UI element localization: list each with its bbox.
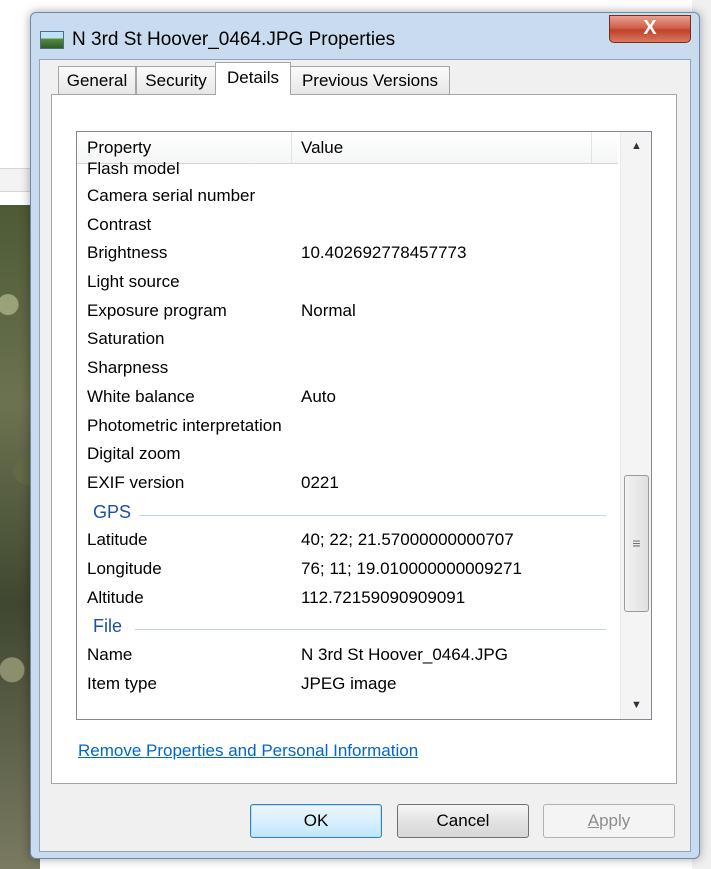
list-item[interactable]: Saturation: [77, 326, 618, 355]
list-item[interactable]: Item type JPEG image: [77, 671, 618, 700]
property-value: 0221: [301, 472, 339, 492]
property-name: Digital zoom: [87, 444, 181, 464]
property-name: Photometric interpretation: [87, 415, 282, 435]
property-name: Sharpness: [87, 358, 169, 378]
property-name: Name: [87, 645, 133, 664]
property-value: JPEG image: [301, 673, 397, 693]
column-header-value[interactable]: Value: [301, 132, 343, 163]
remove-properties-link[interactable]: Remove Properties and Personal Informati…: [78, 741, 418, 761]
list-item[interactable]: White balance Auto: [77, 384, 618, 413]
list-item[interactable]: Flash model: [77, 159, 618, 183]
list-item[interactable]: Digital zoom: [77, 441, 618, 470]
property-name: Latitude: [87, 530, 148, 550]
column-divider[interactable]: [591, 132, 592, 163]
group-label: GPS: [93, 501, 132, 522]
column-divider[interactable]: [291, 132, 292, 163]
property-list[interactable]: Property Value Flash model Camera serial…: [76, 131, 652, 720]
property-value: 76; 11; 19.010000000009271: [301, 558, 522, 578]
property-name: Brightness: [87, 243, 168, 263]
tab-general[interactable]: General: [58, 66, 136, 94]
list-item[interactable]: Brightness 10.402692778457773: [77, 240, 618, 269]
property-name: Longitude: [87, 558, 162, 578]
tab-previous-versions[interactable]: Previous Versions: [290, 66, 450, 94]
apply-button[interactable]: Apply: [543, 804, 675, 838]
list-item[interactable]: EXIF version 0221: [77, 470, 618, 499]
list-item[interactable]: Sharpness: [77, 355, 618, 384]
list-item[interactable]: Contrast: [77, 212, 618, 241]
property-name: Exposure program: [87, 300, 227, 320]
property-name: Camera serial number: [87, 186, 256, 205]
property-name: Item type: [87, 673, 157, 693]
list-item[interactable]: Camera serial number: [77, 183, 618, 212]
list-item[interactable]: Latitude 40; 22; 21.57000000000707: [77, 527, 618, 556]
property-value: 40; 22; 21.57000000000707: [301, 530, 514, 550]
close-button[interactable]: X: [609, 15, 691, 43]
property-value: 112.72159090909091: [301, 587, 466, 607]
title-bar[interactable]: N 3rd St Hoover_0464.JPG Properties X: [31, 13, 699, 59]
list-item[interactable]: Longitude 76; 11; 19.010000000009271: [77, 556, 618, 585]
list-item[interactable]: Altitude 112.72159090909091: [77, 585, 618, 614]
scroll-thumb[interactable]: ≡: [624, 475, 649, 612]
cancel-button[interactable]: Cancel: [397, 804, 529, 838]
group-header-file[interactable]: File: [77, 613, 618, 642]
property-name: Saturation: [87, 329, 165, 349]
group-divider: [135, 629, 606, 631]
group-divider: [139, 514, 606, 516]
tab-security[interactable]: Security: [136, 66, 216, 94]
list-item[interactable]: Exposure program Normal: [77, 298, 618, 327]
scroll-up-icon[interactable]: ▲: [621, 132, 651, 160]
scroll-down-icon[interactable]: ▼: [621, 691, 651, 719]
property-value: N 3rd St Hoover_0464.JPG: [301, 645, 508, 664]
window-title: N 3rd St Hoover_0464.JPG Properties: [72, 29, 396, 50]
property-value: 10.402692778457773: [301, 243, 467, 263]
property-value: Auto: [301, 386, 336, 406]
property-name: Light source: [87, 272, 180, 292]
apply-mnemonic: A: [587, 811, 600, 830]
list-item[interactable]: Photometric interpretation: [77, 413, 618, 442]
image-file-icon: [40, 31, 64, 49]
property-rows: Flash model Camera serial number Contras…: [77, 159, 618, 700]
list-item[interactable]: Name N 3rd St Hoover_0464.JPG: [77, 642, 618, 671]
property-name: Contrast: [87, 214, 152, 234]
tab-details[interactable]: Details: [215, 62, 291, 95]
property-value: Normal: [301, 300, 356, 320]
vertical-scrollbar[interactable]: ▲ ≡ ▼: [620, 132, 651, 719]
ok-button[interactable]: OK: [250, 804, 382, 838]
property-name: Altitude: [87, 587, 144, 607]
apply-label: pply: [599, 811, 631, 830]
group-label: File: [93, 616, 123, 637]
group-header-gps[interactable]: GPS: [77, 499, 618, 528]
property-name: Flash model: [87, 159, 180, 178]
list-item[interactable]: Light source: [77, 269, 618, 298]
property-name: White balance: [87, 386, 195, 406]
property-name: EXIF version: [87, 472, 185, 492]
